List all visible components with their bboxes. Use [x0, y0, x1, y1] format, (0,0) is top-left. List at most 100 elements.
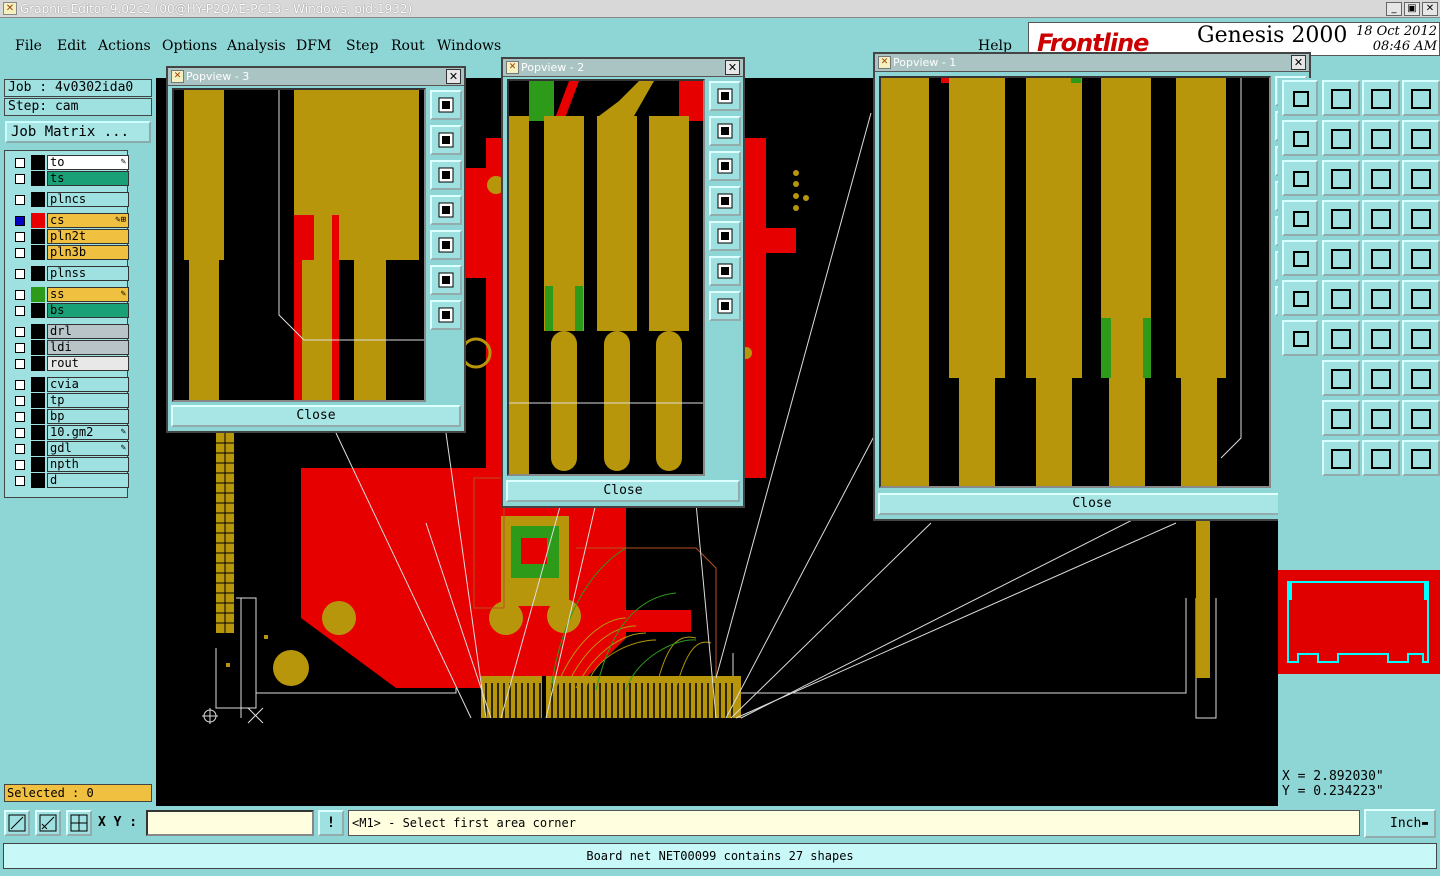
layer-row[interactable]: npth [9, 457, 129, 472]
layer-color-swatch[interactable] [31, 266, 45, 281]
layer-row[interactable]: pln3b [9, 245, 129, 260]
layer-color-swatch[interactable] [31, 324, 45, 339]
menu-rout[interactable]: Rout [391, 38, 425, 54]
popview-2-close-button[interactable]: Close [506, 480, 740, 502]
layer-checkbox[interactable] [15, 380, 25, 390]
layer-row[interactable]: plnss [9, 266, 129, 281]
layer-color-swatch[interactable] [31, 192, 45, 207]
layer-checkbox[interactable] [15, 216, 25, 226]
tool-snap-button[interactable] [1322, 200, 1360, 236]
layer-color-swatch[interactable] [31, 425, 45, 440]
layer-row[interactable]: rout [9, 356, 129, 371]
layer-color-swatch[interactable] [31, 457, 45, 472]
popview-tool-button[interactable] [430, 90, 462, 120]
popview-2-close-x[interactable]: ✕ [725, 60, 740, 75]
layer-name[interactable]: bs [47, 303, 129, 318]
layer-color-swatch[interactable] [31, 155, 45, 170]
job-matrix-button[interactable]: Job Matrix ... [5, 121, 151, 143]
layer-color-swatch[interactable] [31, 171, 45, 186]
tool-flip-button[interactable] [1402, 120, 1440, 156]
layer-row[interactable]: bs [9, 303, 129, 318]
popview-tool-button[interactable] [709, 291, 741, 321]
popview-tool-button[interactable] [430, 160, 462, 190]
layer-color-swatch[interactable] [31, 441, 45, 456]
unit-selector[interactable]: Inch ▬ [1364, 809, 1436, 838]
layer-color-swatch[interactable] [31, 245, 45, 260]
tool-side-button[interactable] [1282, 80, 1318, 116]
menu-analysis[interactable]: Analysis [227, 38, 286, 54]
menu-options[interactable]: Options [162, 38, 217, 54]
layer-checkbox[interactable] [15, 396, 25, 406]
layer-checkbox[interactable] [15, 359, 25, 369]
layer-row[interactable]: cvia [9, 377, 129, 392]
tool-line-red-button[interactable] [1362, 280, 1400, 316]
tool-ruler-button[interactable] [1362, 240, 1400, 276]
tool-triangle-a-button[interactable] [1362, 400, 1400, 436]
layer-checkbox[interactable] [15, 174, 25, 184]
layer-color-swatch[interactable] [31, 377, 45, 392]
popview-tool-button[interactable] [709, 116, 741, 146]
layer-checkbox[interactable] [15, 476, 25, 486]
tool-save-view-button[interactable] [1322, 80, 1360, 116]
tool-pan-right-button[interactable] [1322, 120, 1360, 156]
tool-net-a-button[interactable] [1362, 200, 1400, 236]
layer-checkbox[interactable] [15, 232, 25, 242]
layer-row[interactable]: ss ✎ [9, 287, 129, 302]
layer-name[interactable]: plnss [47, 266, 129, 281]
xy-input[interactable] [146, 810, 314, 836]
maximize-button[interactable]: ▣ [1404, 2, 1420, 16]
tool-side-button[interactable] [1282, 200, 1318, 236]
tool-draw-line-button[interactable] [1322, 320, 1360, 356]
popview-tool-button[interactable] [430, 230, 462, 260]
layer-color-swatch[interactable] [31, 303, 45, 318]
popview-tool-button[interactable] [709, 186, 741, 216]
layer-row[interactable]: pln2t [9, 229, 129, 244]
layer-checkbox[interactable] [15, 343, 25, 353]
popview-tool-button[interactable] [709, 151, 741, 181]
layer-name[interactable]: rout [47, 356, 129, 371]
menu-actions[interactable]: Actions [98, 38, 151, 54]
layer-checkbox[interactable] [15, 412, 25, 422]
menu-edit[interactable]: Edit [57, 38, 86, 54]
layer-row[interactable]: ts [9, 171, 129, 186]
popview-tool-button[interactable] [430, 125, 462, 155]
layer-name[interactable]: ldi [47, 340, 129, 355]
layer-color-swatch[interactable] [31, 409, 45, 424]
layer-name[interactable]: to ✎ [47, 155, 129, 170]
popview-3-view[interactable] [172, 88, 426, 402]
layer-row[interactable]: tp [9, 393, 129, 408]
popview-tool-button[interactable] [709, 256, 741, 286]
layer-name[interactable]: pln2t [47, 229, 129, 244]
layer-checkbox[interactable] [15, 248, 25, 258]
popview-1-close-x[interactable]: ✕ [1291, 55, 1306, 70]
layer-color-swatch[interactable] [31, 473, 45, 488]
layer-row[interactable]: drl [9, 324, 129, 339]
layer-name[interactable]: pln3b [47, 245, 129, 260]
layer-row[interactable]: ldi [9, 340, 129, 355]
board-overview[interactable] [1278, 570, 1440, 674]
tool-pen-button[interactable] [1322, 360, 1360, 396]
tool-move-center-button[interactable] [1322, 160, 1360, 196]
layer-row[interactable]: d [9, 473, 129, 488]
zoom-area-button[interactable] [4, 810, 30, 836]
exclaim-button[interactable]: ! [318, 810, 344, 836]
tool-blue-shapes-button[interactable] [1402, 360, 1440, 396]
tool-line-blue-button[interactable] [1402, 280, 1440, 316]
layer-name[interactable]: gdl ✎ [47, 441, 129, 456]
layer-checkbox[interactable] [15, 158, 25, 168]
tool-text-f-button[interactable] [1402, 320, 1440, 356]
tool-pointer-button[interactable] [1322, 440, 1360, 476]
tool-pointer-select-button[interactable] [1362, 440, 1400, 476]
tool-help-button[interactable] [1402, 160, 1440, 196]
layer-row[interactable]: gdl ✎ [9, 441, 129, 456]
menu-dfm[interactable]: DFM [296, 38, 331, 54]
popview-tool-button[interactable] [709, 221, 741, 251]
layer-name[interactable]: ts [47, 171, 129, 186]
popview-1-view[interactable] [879, 76, 1271, 488]
tool-side-button[interactable] [1282, 320, 1318, 356]
popview-3-close-button[interactable]: Close [171, 405, 461, 427]
tool-cross-button[interactable] [1322, 280, 1360, 316]
layer-color-swatch[interactable] [31, 213, 45, 228]
popview-1-close-button[interactable]: Close [878, 493, 1306, 515]
layer-name[interactable]: 10.gm2 ✎ [47, 425, 129, 440]
